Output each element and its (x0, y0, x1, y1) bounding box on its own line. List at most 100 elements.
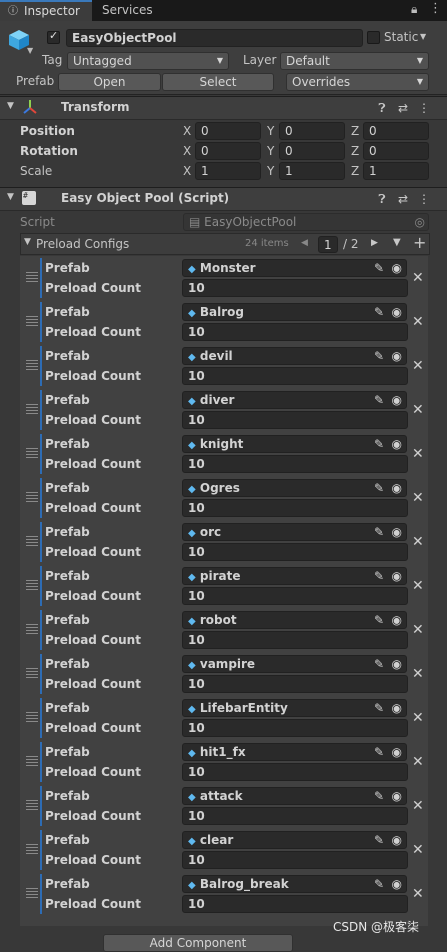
active-checkbox[interactable]: ✓ (47, 29, 60, 44)
preload-count-input[interactable]: 10 (182, 763, 408, 781)
more-menu-icon[interactable]: ⋮ (417, 192, 431, 206)
overrides-dropdown[interactable]: Overrides ▼ (286, 73, 429, 91)
tab-inspector[interactable]: ⓘ Inspector (0, 0, 92, 21)
foldout-arrow-icon[interactable]: ▼ (7, 101, 14, 111)
prefab-object-field[interactable]: ◆ vampire ✎ ◉ (182, 655, 407, 673)
edit-icon[interactable]: ✎ (374, 656, 384, 672)
target-icon[interactable]: ◉ (392, 656, 402, 672)
prefab-object-field[interactable]: ◆ attack ✎ ◉ (182, 787, 407, 805)
preload-configs-header[interactable]: ▼ Preload Configs 24 items ◀ 1 / 2 ▶ ▼ + (20, 233, 430, 255)
drag-handle-icon[interactable] (26, 668, 38, 680)
preload-count-input[interactable]: 10 (182, 499, 408, 517)
prefab-object-field[interactable]: ◆ LifebarEntity ✎ ◉ (182, 699, 407, 717)
edit-icon[interactable]: ✎ (374, 348, 384, 364)
prefab-object-field[interactable]: ◆ orc ✎ ◉ (182, 523, 407, 541)
target-icon[interactable]: ◉ (392, 568, 402, 584)
prefab-object-field[interactable]: ◆ Balrog_break ✎ ◉ (182, 875, 407, 893)
remove-element-icon[interactable]: ✕ (412, 622, 424, 638)
target-icon[interactable]: ◉ (392, 524, 402, 540)
remove-element-icon[interactable]: ✕ (412, 534, 424, 550)
edit-icon[interactable]: ✎ (374, 392, 384, 408)
drag-handle-icon[interactable] (26, 360, 38, 372)
remove-element-icon[interactable]: ✕ (412, 314, 424, 330)
edit-icon[interactable]: ✎ (374, 260, 384, 276)
icon-dropdown-arrow-icon[interactable]: ▼ (27, 46, 33, 55)
remove-element-icon[interactable]: ✕ (412, 578, 424, 594)
rotation-z-input[interactable]: 0 (363, 142, 429, 160)
layer-dropdown[interactable]: Default ▼ (280, 52, 429, 70)
foldout-arrow-icon[interactable]: ▼ (24, 237, 31, 247)
edit-icon[interactable]: ✎ (374, 788, 384, 804)
remove-element-icon[interactable]: ✕ (412, 270, 424, 286)
remove-element-icon[interactable]: ✕ (412, 842, 424, 858)
edit-icon[interactable]: ✎ (374, 876, 384, 892)
preload-count-input[interactable]: 10 (182, 675, 408, 693)
static-dropdown-arrow-icon[interactable]: ▼ (420, 32, 426, 41)
transform-header[interactable]: ▼ Transform ❓︎ ⇄ ⋮ (0, 96, 447, 120)
drag-handle-icon[interactable] (26, 712, 38, 724)
scale-z-input[interactable]: 1 (363, 162, 429, 180)
target-icon[interactable]: ◉ (392, 700, 402, 716)
target-icon[interactable]: ◉ (392, 304, 402, 320)
preset-icon[interactable]: ⇄ (396, 192, 410, 206)
preload-count-input[interactable]: 10 (182, 279, 408, 297)
remove-element-icon[interactable]: ✕ (412, 666, 424, 682)
preset-icon[interactable]: ⇄ (396, 101, 410, 115)
preload-count-input[interactable]: 10 (182, 543, 408, 561)
preload-count-input[interactable]: 10 (182, 895, 408, 913)
prefab-object-field[interactable]: ◆ clear ✎ ◉ (182, 831, 407, 849)
dropdown-arrow-icon[interactable]: ▼ (393, 237, 401, 248)
prefab-object-field[interactable]: ◆ Monster ✎ ◉ (182, 259, 407, 277)
preload-count-input[interactable]: 10 (182, 807, 408, 825)
drag-handle-icon[interactable] (26, 800, 38, 812)
drag-handle-icon[interactable] (26, 404, 38, 416)
position-z-input[interactable]: 0 (363, 122, 429, 140)
tag-dropdown[interactable]: Untagged ▼ (67, 52, 229, 70)
target-icon[interactable]: ◉ (392, 744, 402, 760)
edit-icon[interactable]: ✎ (374, 832, 384, 848)
preload-count-input[interactable]: 10 (182, 367, 408, 385)
edit-icon[interactable]: ✎ (374, 480, 384, 496)
preload-count-input[interactable]: 10 (182, 323, 408, 341)
edit-icon[interactable]: ✎ (374, 304, 384, 320)
rotation-x-input[interactable]: 0 (195, 142, 261, 160)
target-icon[interactable]: ◉ (392, 392, 402, 408)
preload-count-input[interactable]: 10 (182, 455, 408, 473)
scale-y-input[interactable]: 1 (279, 162, 345, 180)
prefab-object-field[interactable]: ◆ knight ✎ ◉ (182, 435, 407, 453)
page-input[interactable]: 1 (318, 236, 338, 253)
drag-handle-icon[interactable] (26, 536, 38, 548)
prefab-object-field[interactable]: ◆ Ogres ✎ ◉ (182, 479, 407, 497)
remove-element-icon[interactable]: ✕ (412, 886, 424, 902)
static-checkbox[interactable] (367, 31, 380, 44)
rotation-y-input[interactable]: 0 (279, 142, 345, 160)
open-prefab-button[interactable]: Open (58, 73, 161, 91)
drag-handle-icon[interactable] (26, 844, 38, 856)
position-x-input[interactable]: 0 (195, 122, 261, 140)
tab-services[interactable]: Services (94, 0, 164, 21)
edit-icon[interactable]: ✎ (374, 700, 384, 716)
drag-handle-icon[interactable] (26, 272, 38, 284)
drag-handle-icon[interactable] (26, 448, 38, 460)
edit-icon[interactable]: ✎ (374, 568, 384, 584)
scale-x-input[interactable]: 1 (195, 162, 261, 180)
script-component-header[interactable]: ▼ # Easy Object Pool (Script) ❓︎ ⇄ ⋮ (0, 187, 447, 211)
remove-element-icon[interactable]: ✕ (412, 358, 424, 374)
target-icon[interactable]: ◉ (392, 436, 402, 452)
add-element-icon[interactable]: + (413, 233, 426, 252)
prefab-object-field[interactable]: ◆ devil ✎ ◉ (182, 347, 407, 365)
edit-icon[interactable]: ✎ (374, 744, 384, 760)
object-name-input[interactable]: EasyObjectPool (66, 29, 363, 47)
prev-page-icon[interactable]: ◀ (301, 238, 308, 248)
drag-handle-icon[interactable] (26, 624, 38, 636)
remove-element-icon[interactable]: ✕ (412, 402, 424, 418)
edit-icon[interactable]: ✎ (374, 436, 384, 452)
prefab-object-field[interactable]: ◆ robot ✎ ◉ (182, 611, 407, 629)
prefab-object-field[interactable]: ◆ hit1_fx ✎ ◉ (182, 743, 407, 761)
drag-handle-icon[interactable] (26, 756, 38, 768)
help-icon[interactable]: ❓︎ (375, 192, 389, 206)
preload-count-input[interactable]: 10 (182, 411, 408, 429)
drag-handle-icon[interactable] (26, 316, 38, 328)
position-y-input[interactable]: 0 (279, 122, 345, 140)
target-icon[interactable]: ◉ (392, 348, 402, 364)
